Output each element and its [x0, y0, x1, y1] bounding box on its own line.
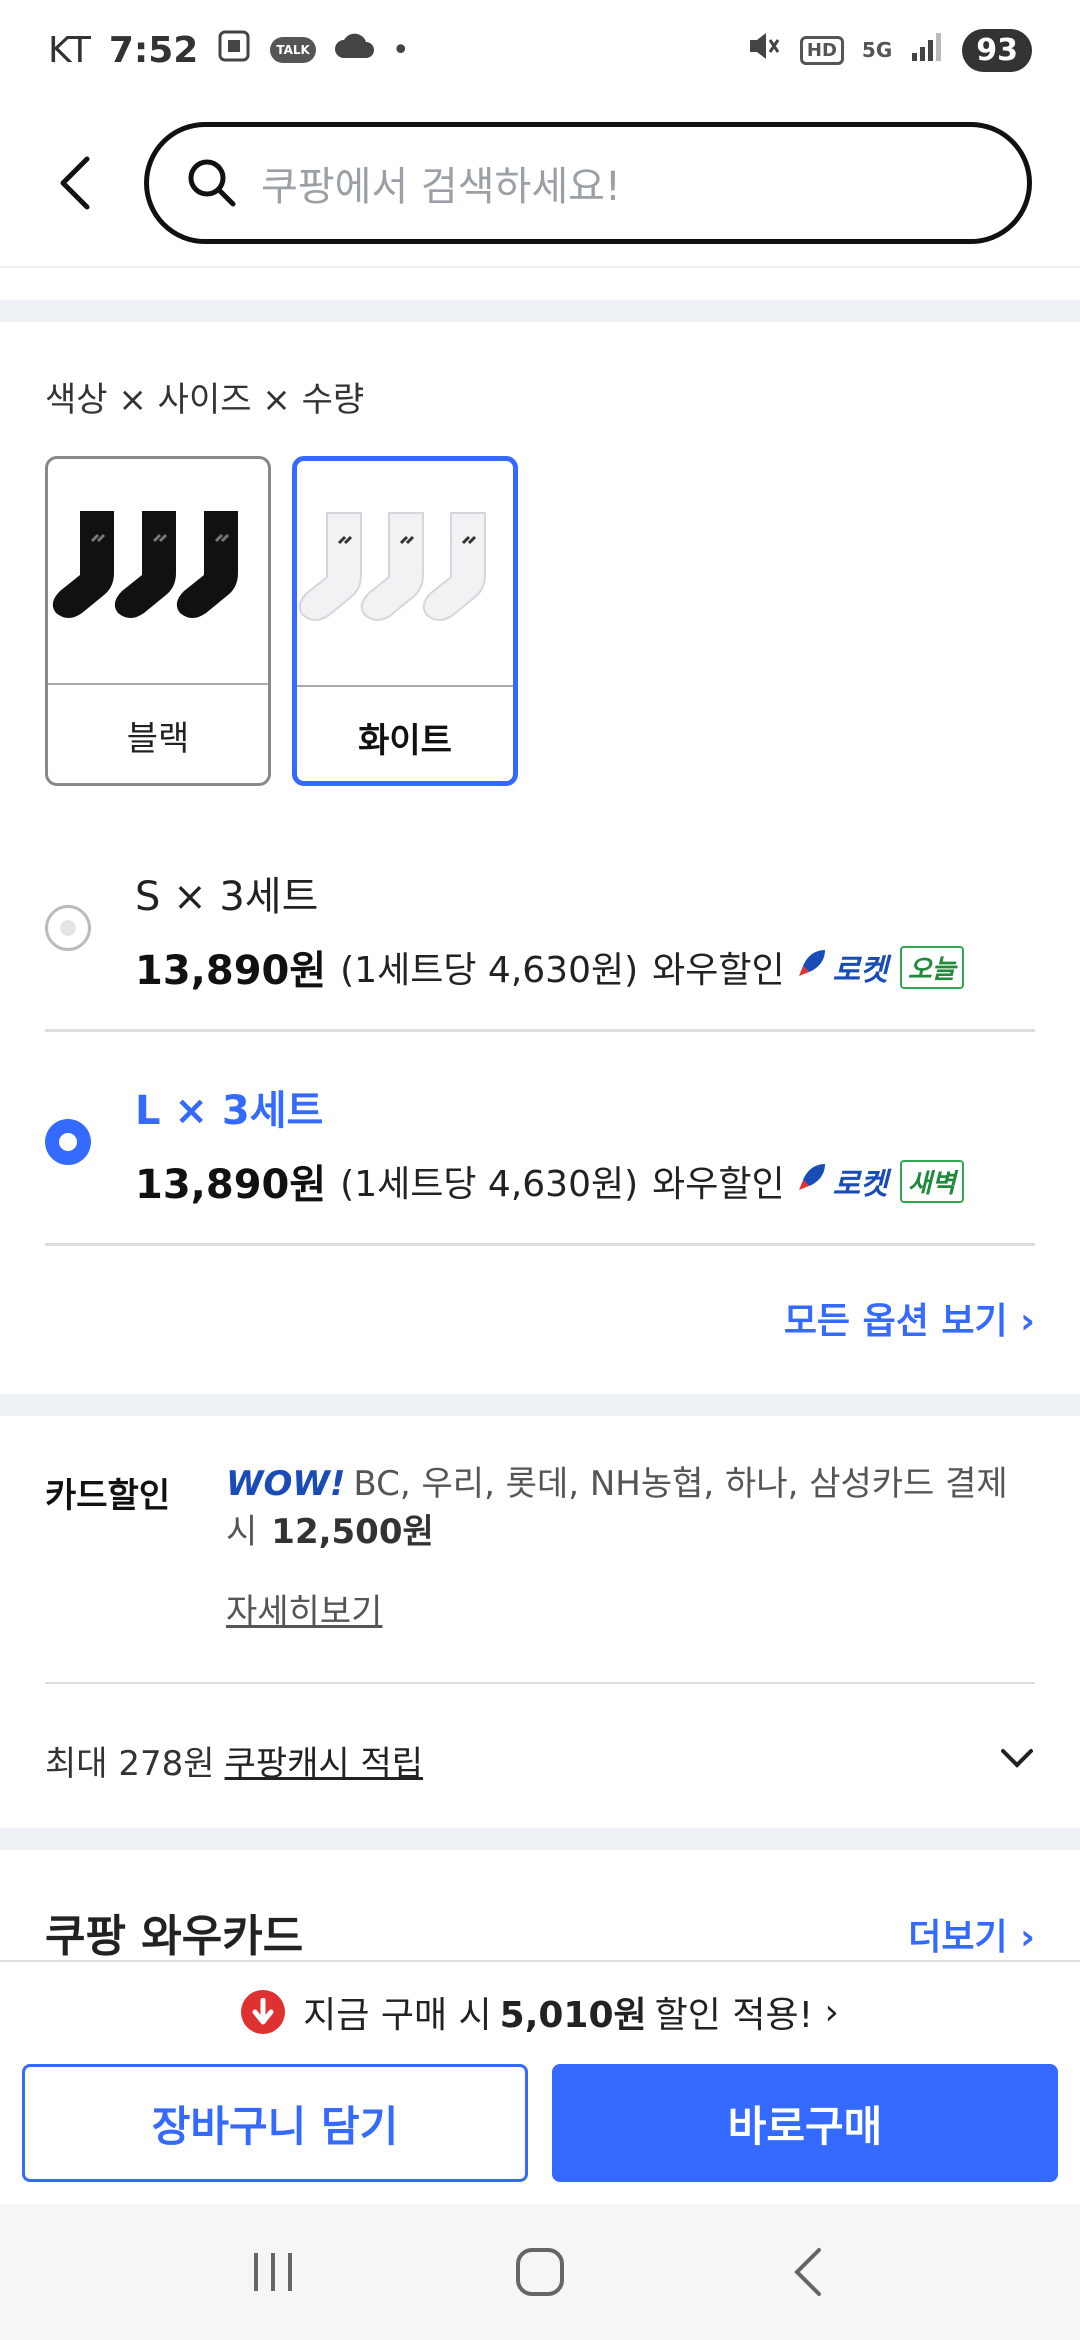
system-back-button[interactable]: [747, 2222, 867, 2322]
mute-icon: [746, 28, 782, 72]
status-bar: KT 7:52 TALK • HD 5G 93: [0, 0, 1080, 100]
chevron-right-icon: ›: [1020, 1301, 1035, 1342]
rocket-icon: [795, 946, 829, 988]
search-icon: [188, 159, 236, 207]
cashback-link[interactable]: 쿠팡캐시 적립: [225, 1736, 424, 1785]
notification-dot-icon: •: [391, 32, 410, 68]
radio-button[interactable]: [45, 905, 91, 951]
rocket-label: 로켓: [832, 1167, 888, 1202]
option-name: L × 3세트: [135, 1088, 324, 1134]
cashback-row[interactable]: 최대 278원 쿠팡캐시 적립: [45, 1730, 1035, 1790]
all-options-label: 모든 옵션 보기: [783, 1301, 1008, 1342]
carrier-label: KT: [48, 29, 91, 71]
search-header: 쿠팡에서 검색하세요!: [0, 100, 1080, 268]
home-icon: [515, 2248, 564, 2296]
section-divider: [0, 1828, 1080, 1850]
add-to-cart-button[interactable]: 장바구니 담기: [22, 2064, 528, 2182]
hd-voice-icon: HD: [799, 35, 844, 65]
color-option-black[interactable]: 블랙: [45, 456, 271, 786]
back-chevron-icon: [793, 2248, 821, 2296]
section-divider: [0, 300, 1080, 322]
home-button[interactable]: [480, 2222, 600, 2322]
option-price: 13,890원: [135, 1162, 327, 1208]
system-nav-bar: [0, 2204, 1080, 2340]
section-divider: [0, 1394, 1080, 1416]
card-discount-text: WOW! BC, 우리, 롯데, NH농협, 하나, 삼성카드 결제 시 12,50…: [226, 1460, 1036, 1556]
color-option-white[interactable]: 화이트: [292, 456, 518, 786]
wow-logo: WOW!: [226, 1464, 346, 1504]
rocket-icon: [795, 1160, 829, 1202]
per-set-price: (1세트당 4,630원): [340, 950, 639, 991]
option-name: S × 3세트: [135, 874, 319, 920]
kakaotalk-icon: TALK: [270, 37, 316, 63]
option-section-title: 색상 × 사이즈 × 수량: [45, 380, 365, 420]
delivery-day-badge: 새벽: [899, 1159, 964, 1203]
per-set-price: (1세트당 4,630원): [340, 1164, 639, 1205]
cloud-icon: [334, 32, 374, 68]
delivery-day-badge: 오늘: [899, 945, 964, 989]
back-button[interactable]: [40, 143, 110, 223]
chevron-down-icon: [999, 1740, 1035, 1780]
wow-card-title: 쿠팡 와우카드: [45, 1911, 304, 1962]
search-placeholder: 쿠팡에서 검색하세요!: [261, 164, 621, 210]
clock: 7:52: [108, 29, 199, 71]
white-socks-image: [297, 461, 513, 687]
network-type-icon: 5G: [861, 38, 893, 62]
color-option-label: 화이트: [358, 720, 452, 761]
chevron-right-icon: ›: [813, 1991, 839, 2033]
card-discount-label: 카드할인: [45, 1476, 171, 1516]
color-option-label: 블랙: [126, 718, 190, 759]
option-price-row: 13,890원 (1세트당 4,630원) 와우할인 로켓 오늘: [135, 938, 964, 996]
option-price-row: 13,890원 (1세트당 4,630원) 와우할인 로켓 새벽: [135, 1152, 964, 1210]
status-left: KT 7:52 TALK •: [48, 28, 410, 72]
wow-card-more-link[interactable]: 더보기 ›: [908, 1908, 1035, 1960]
divider: [45, 1682, 1035, 1684]
black-socks-image: [48, 459, 268, 685]
signal-icon: [910, 31, 944, 69]
recent-apps-icon: [254, 2253, 293, 2291]
size-option-l[interactable]: L × 3세트 13,890원 (1세트당 4,630원) 와우할인 로켓 새벽: [45, 1032, 1035, 1246]
buy-now-button[interactable]: 바로구매: [552, 2064, 1058, 2182]
back-arrow-icon: [60, 156, 90, 210]
card-discount-price: 12,500원: [271, 1512, 434, 1552]
promo-amount: 5,010원: [499, 1995, 647, 2036]
chevron-right-icon: ›: [1020, 1917, 1035, 1958]
status-right: HD 5G 93: [746, 28, 1032, 72]
search-input[interactable]: 쿠팡에서 검색하세요!: [144, 122, 1032, 244]
arrow-down-circle-icon: [241, 1990, 286, 2034]
rocket-label: 로켓: [832, 953, 888, 988]
option-price: 13,890원: [135, 948, 327, 994]
purchase-bar: 지금 구매 시 5,010원 할인 적용! › 장바구니 담기 바로구매: [0, 1960, 1080, 2204]
wow-discount-label: 와우할인: [652, 950, 785, 991]
promo-suffix: 할인 적용!: [654, 1995, 813, 2036]
screenshot-icon: [216, 28, 252, 72]
promo-prefix: 지금 구매 시: [303, 1995, 492, 2036]
size-option-s[interactable]: S × 3세트 13,890원 (1세트당 4,630원) 와우할인 로켓 오늘: [45, 818, 1035, 1032]
wow-discount-label: 와우할인: [652, 1164, 785, 1205]
all-options-link[interactable]: 모든 옵션 보기 ›: [784, 1292, 1035, 1344]
battery-level: 93: [962, 28, 1032, 72]
card-detail-link[interactable]: 자세히보기: [226, 1584, 382, 1633]
more-label: 더보기: [908, 1917, 1008, 1958]
rocket-delivery-badge: 로켓: [795, 1159, 888, 1203]
rocket-delivery-badge: 로켓: [795, 945, 888, 989]
radio-button-selected[interactable]: [45, 1119, 91, 1165]
promo-banner[interactable]: 지금 구매 시 5,010원 할인 적용! ›: [0, 1982, 1080, 2042]
cashback-amount: 최대 278원: [45, 1743, 215, 1784]
recent-apps-button[interactable]: [213, 2222, 333, 2322]
